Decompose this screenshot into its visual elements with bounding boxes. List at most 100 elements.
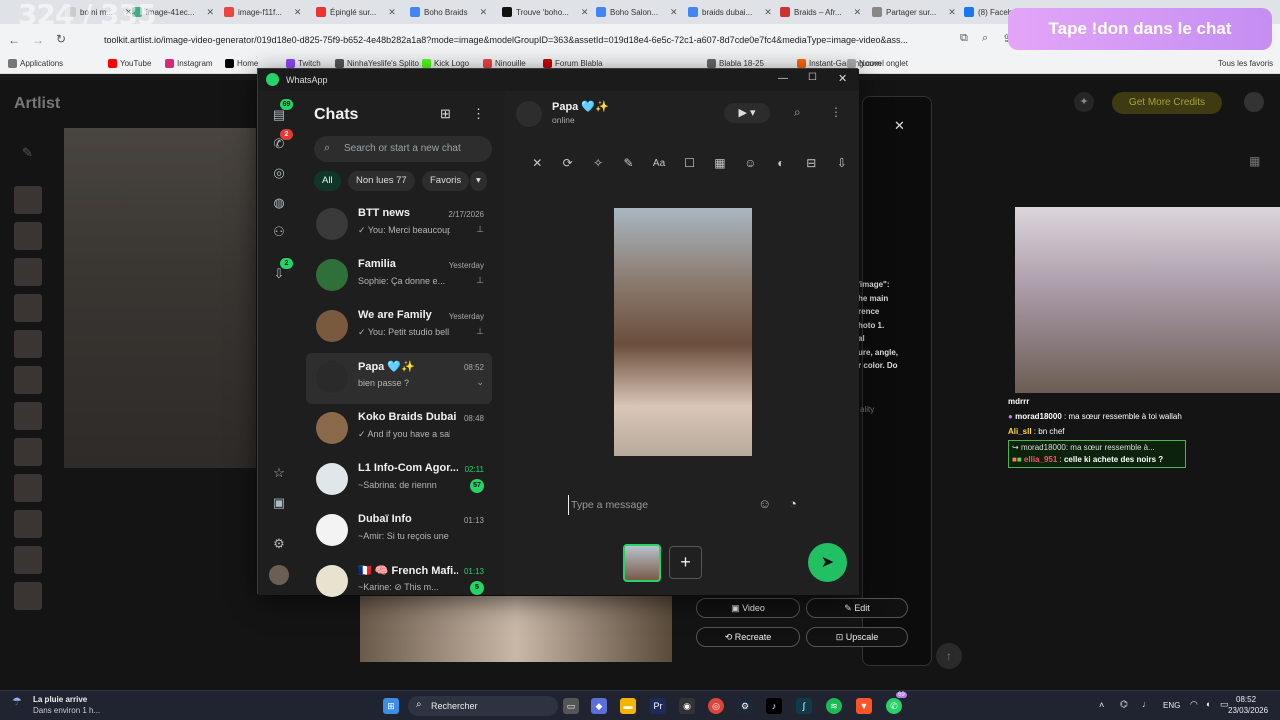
profile-avatar[interactable]: [269, 565, 289, 585]
menu-icon[interactable]: ⋮: [472, 106, 485, 122]
recreate-button[interactable]: ⟲ Recreate: [696, 627, 800, 647]
reload-icon[interactable]: ↻: [56, 32, 66, 46]
bookmark-item[interactable]: Instagram: [165, 59, 213, 68]
task-view-icon[interactable]: ▭: [563, 698, 579, 714]
clock-date[interactable]: 23/03/2026: [1228, 706, 1268, 715]
start-icon[interactable]: ⊞: [383, 698, 399, 714]
add-attachment-button[interactable]: +: [669, 546, 702, 579]
chevron-down-icon[interactable]: ⌄: [476, 377, 484, 388]
message-input[interactable]: Type a message: [568, 495, 780, 515]
thumbnail[interactable]: [14, 474, 42, 502]
magic-icon[interactable]: ✧: [583, 153, 613, 173]
url-field[interactable]: toolkit.artlist.io/image-video-generator…: [88, 30, 988, 50]
spotify-icon[interactable]: ≋: [826, 698, 842, 714]
browser-tab[interactable]: Trouve 'boho... ✕: [496, 3, 588, 21]
taskbar-search[interactable]: ⌕ Rechercher: [408, 696, 558, 716]
whatsapp-taskbar-icon[interactable]: ✆: [886, 698, 902, 714]
thumbnail[interactable]: [14, 222, 42, 250]
blur-icon[interactable]: ▦: [705, 153, 735, 173]
thumbnail[interactable]: [14, 402, 42, 430]
new-chat-icon[interactable]: ⊞: [440, 106, 451, 122]
thumbnail[interactable]: [14, 330, 42, 358]
thumbnail[interactable]: [14, 546, 42, 574]
browser-tab[interactable]: image-f11f... ✕: [218, 3, 301, 21]
brave-icon[interactable]: ▼: [856, 698, 872, 714]
upscale-button[interactable]: ⊡ Upscale: [806, 627, 908, 647]
tiktok-icon[interactable]: ♪: [766, 698, 782, 714]
video-button[interactable]: ▣ Video: [696, 598, 800, 618]
edit-icon[interactable]: ✎: [22, 145, 33, 161]
app-icon[interactable]: ∫: [796, 698, 812, 714]
edit-button[interactable]: ✎ Edit: [806, 598, 908, 618]
browser-tab[interactable]: braids dubai... ✕: [682, 3, 772, 21]
close-tab-icon[interactable]: ✕: [948, 7, 956, 18]
emoji-icon[interactable]: ☺: [758, 496, 771, 511]
grid-icon[interactable]: ▦: [1249, 154, 1260, 168]
close-tab-icon[interactable]: ✕: [670, 7, 678, 18]
scroll-up-icon[interactable]: ↑: [936, 643, 962, 669]
pen-icon[interactable]: ✎: [613, 153, 643, 173]
thumbnail[interactable]: [14, 582, 42, 610]
sparkle-icon[interactable]: ✦: [1074, 92, 1094, 112]
browser-tab[interactable]: Braids – Afr... ✕: [774, 3, 861, 21]
channels-icon[interactable]: ◍: [270, 194, 288, 212]
bookmark-item[interactable]: Nouvel onglet: [847, 59, 908, 68]
close-tab-icon[interactable]: ✕: [764, 7, 772, 18]
crop-icon[interactable]: ☐: [674, 153, 704, 173]
minimize-icon[interactable]: —: [778, 73, 788, 84]
tray-chevron-icon[interactable]: ˄: [1099, 700, 1104, 710]
thumbnail[interactable]: [14, 258, 42, 286]
back-icon[interactable]: ←: [8, 33, 20, 47]
bookmark-item[interactable]: Blabla 18-25: [707, 59, 764, 68]
menu-icon[interactable]: ⋮: [830, 105, 842, 119]
communities-icon[interactable]: ⚇: [270, 223, 288, 241]
attachment-thumbnail[interactable]: [623, 544, 661, 582]
mic-icon[interactable]: ♩: [1142, 699, 1151, 709]
weather-title[interactable]: La pluie arrive: [33, 695, 87, 704]
copilot-icon[interactable]: ◆: [591, 698, 607, 714]
browser-tab[interactable]: Boho Braids ✕: [404, 3, 487, 21]
close-tab-icon[interactable]: ✕: [388, 7, 396, 18]
status-icon[interactable]: ◎: [270, 164, 288, 182]
clock-time[interactable]: 08:52: [1236, 695, 1256, 704]
chat-row[interactable]: Papa 🩵✨ 08:52 bien passe ? ⌄: [306, 353, 492, 404]
chat-row[interactable]: 🇫🇷 🧠 French Mafi... 01:13 ~Karine: ⊘ This …: [306, 557, 492, 608]
thumbnail[interactable]: [14, 366, 42, 394]
search-icon[interactable]: ⌕: [794, 105, 801, 120]
text-icon[interactable]: Aa: [644, 153, 674, 173]
browser-tab[interactable]: Boho Salon... ✕: [590, 3, 678, 21]
close-icon[interactable]: ✕: [522, 153, 552, 173]
sticker-icon[interactable]: ◐: [766, 153, 796, 173]
close-icon[interactable]: ✕: [894, 118, 905, 134]
all-bookmarks[interactable]: Tous les favoris: [1218, 59, 1273, 68]
browser-tab[interactable]: Épinglé sur... ✕: [310, 3, 396, 21]
thumbnail[interactable]: [14, 438, 42, 466]
forward-icon[interactable]: →: [32, 33, 44, 47]
rotate-icon[interactable]: ⟳: [552, 153, 582, 173]
bookmark-item[interactable]: NinhaYeslife's Splito: [335, 59, 419, 68]
thumbnail[interactable]: [14, 294, 42, 322]
browser-tab[interactable]: Partager sur... ✕: [866, 3, 956, 21]
close-tab-icon[interactable]: ✕: [581, 7, 589, 18]
chat-row[interactable]: Dubaï Info 01:13 ~Amir: Si tu reçois une .…: [306, 506, 492, 557]
download-icon[interactable]: ⇩: [827, 153, 857, 173]
close-tab-icon[interactable]: ✕: [206, 7, 214, 18]
language-indicator[interactable]: ENG: [1163, 701, 1180, 710]
close-window-icon[interactable]: ✕: [838, 72, 847, 85]
filter-unread[interactable]: Non lues 77: [348, 171, 415, 191]
bookmark-item[interactable]: Kick Logo: [422, 59, 469, 68]
reference-image[interactable]: [64, 128, 256, 468]
thumbnail[interactable]: [14, 186, 42, 214]
chat-row[interactable]: Koko Braids Dubai 08:48 ✓ And if you have …: [306, 404, 492, 455]
filter-more-icon[interactable]: ▾: [470, 171, 487, 191]
maximize-icon[interactable]: ☐: [808, 72, 817, 83]
close-tab-icon[interactable]: ✕: [294, 7, 302, 18]
obs-icon[interactable]: ◉: [679, 698, 695, 714]
emoji-icon[interactable]: ☺: [735, 153, 765, 173]
contact-name[interactable]: Papa 🩵✨: [552, 100, 609, 113]
volume-icon[interactable]: ◖: [1205, 699, 1210, 709]
chat-row[interactable]: BTT news 2/17/2026 ✓ You: Merci beaucoup! ⊥: [306, 200, 492, 251]
thumbnail[interactable]: [14, 510, 42, 538]
view-once-icon[interactable]: ◔: [789, 496, 797, 511]
chrome-icon[interactable]: ◎: [708, 698, 724, 714]
